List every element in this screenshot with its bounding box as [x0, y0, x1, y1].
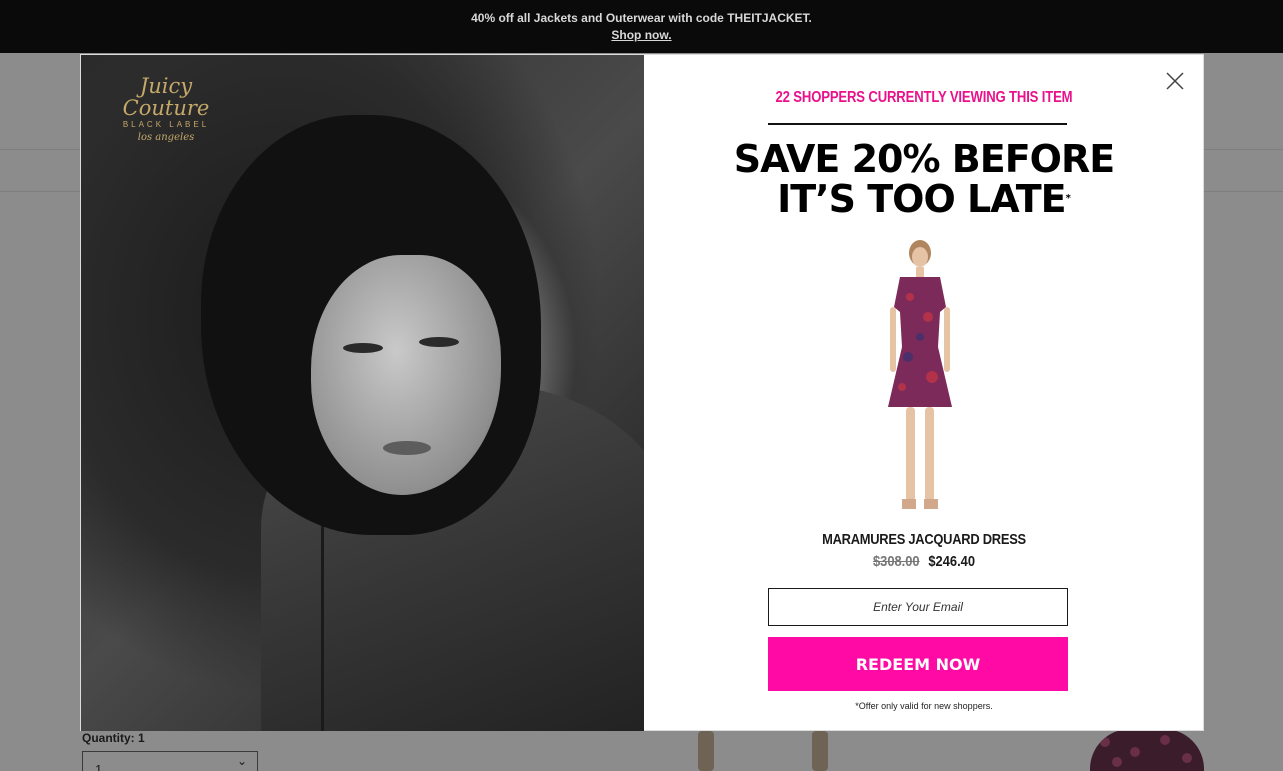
redeem-now-button[interactable]: REDEEM NOW — [768, 637, 1068, 691]
close-icon[interactable] — [1164, 70, 1186, 92]
promo-text: 40% off all Jackets and Outerwear with c… — [471, 11, 812, 25]
modal-content: 22 SHOPPERS CURRENTLY VIEWING THIS ITEM … — [644, 55, 1204, 731]
model-photo: Juicy Couture BLACK LABEL los angeles — [81, 55, 644, 731]
chevron-down-icon: ⌄ — [236, 754, 247, 768]
headline: SAVE 20% BEFORE IT’S TOO LATE* — [644, 139, 1204, 219]
offer-disclaimer: *Offer only valid for new shoppers. — [855, 701, 993, 711]
logo-sub: BLACK LABEL — [122, 120, 210, 129]
logo-city: los angeles — [137, 132, 195, 143]
brand-logo: Juicy Couture BLACK LABEL los angeles — [101, 75, 231, 143]
logo-main: Juicy Couture — [122, 74, 210, 120]
product-image — [888, 240, 952, 509]
sale-price: $246.40 — [928, 553, 976, 570]
headline-line-1: SAVE 20% BEFORE — [733, 137, 1115, 181]
original-price: $308.00 — [872, 553, 920, 570]
headline-asterisk: * — [1065, 193, 1071, 204]
quantity-label: Quantity: 1 — [82, 731, 145, 745]
viewers-count-text: 22 SHOPPERS CURRENTLY VIEWING THIS ITEM — [775, 89, 1073, 106]
quantity-select[interactable]: 1 ⌄ — [82, 751, 258, 771]
product-thumbnail-partial[interactable] — [1090, 729, 1204, 771]
quantity-value: 1 — [95, 762, 103, 771]
promo-modal: Juicy Couture BLACK LABEL los angeles 22… — [80, 54, 1204, 731]
email-input[interactable] — [768, 588, 1068, 626]
divider — [768, 123, 1067, 125]
price-row: $308.00 $246.40 — [683, 553, 1165, 570]
product-image-partial — [690, 731, 840, 771]
shop-now-link[interactable]: Shop now. — [0, 28, 1283, 42]
product-name: MARAMURES JACQUARD DRESS — [822, 531, 1026, 548]
headline-line-2: IT’S TOO LATE — [777, 177, 1066, 221]
promo-bar: 40% off all Jackets and Outerwear with c… — [0, 0, 1283, 53]
